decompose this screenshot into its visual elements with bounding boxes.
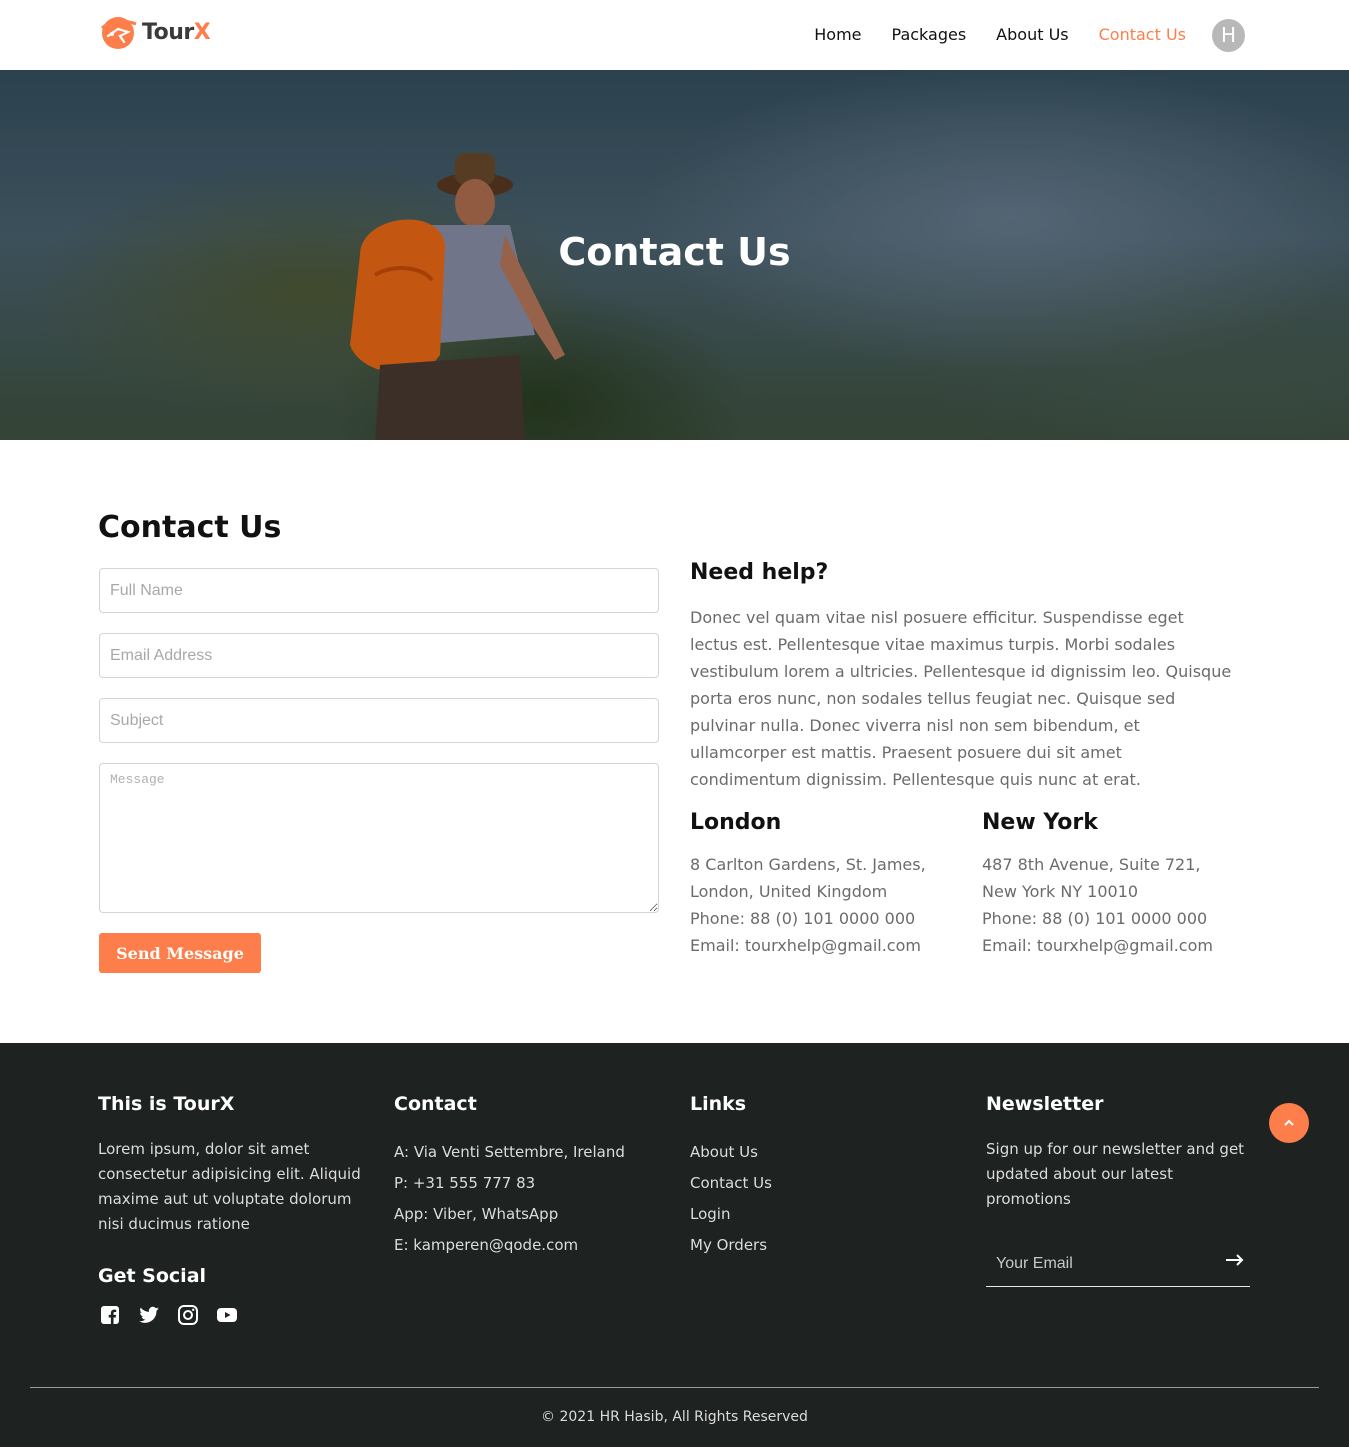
social-links bbox=[98, 1303, 368, 1327]
help-text: Donec vel quam vitae nisl posuere effici… bbox=[690, 608, 1232, 789]
hero-title: Contact Us bbox=[558, 230, 791, 274]
footer-contact-phone: P: +31 555 777 83 bbox=[394, 1174, 536, 1192]
footer-contact-address: A: Via Venti Settembre, Ireland bbox=[394, 1143, 625, 1161]
social-title: Get Social bbox=[98, 1265, 207, 1287]
footer-link-my-orders[interactable]: My Orders bbox=[690, 1230, 960, 1261]
contact-form-title: Contact Us bbox=[98, 510, 282, 545]
chevron-up-icon bbox=[1284, 1119, 1294, 1126]
office-new-york: New York 487 8th Avenue, Suite 721, New … bbox=[982, 810, 1232, 959]
footer-links-list: About Us Contact Us Login My Orders bbox=[690, 1137, 960, 1261]
footer-contact-app: App: Viber, WhatsApp bbox=[394, 1205, 559, 1223]
footer-divider bbox=[30, 1387, 1319, 1388]
footer-links-title: Links bbox=[690, 1093, 747, 1115]
copyright-text: © 2021 HR Hasib, All Rights Reserved bbox=[541, 1409, 808, 1425]
newsletter-title: Newsletter bbox=[986, 1093, 1104, 1115]
email-input[interactable] bbox=[99, 633, 659, 678]
office-city: London bbox=[690, 810, 782, 835]
footer-links: Links About Us Contact Us Login My Order… bbox=[690, 1093, 960, 1261]
nav-contact-us[interactable]: Contact Us bbox=[1099, 18, 1186, 52]
office-london: London 8 Carlton Gardens, St. James, Lon… bbox=[690, 810, 940, 959]
full-name-input[interactable] bbox=[99, 568, 659, 613]
footer-about: This is TourX Lorem ipsum, dolor sit ame… bbox=[98, 1093, 368, 1327]
newsletter-form bbox=[986, 1242, 1250, 1287]
footer-link-login[interactable]: Login bbox=[690, 1199, 960, 1230]
site-header: TourX Home Packages About Us Contact Us … bbox=[0, 0, 1349, 70]
nav-home[interactable]: Home bbox=[814, 18, 861, 52]
facebook-icon[interactable] bbox=[98, 1303, 122, 1327]
scroll-to-top-button[interactable] bbox=[1269, 1103, 1309, 1143]
help-title: Need help? bbox=[690, 560, 829, 585]
footer-newsletter: Newsletter Sign up for our newsletter an… bbox=[986, 1093, 1256, 1287]
office-address: 487 8th Avenue, Suite 721, New York NY 1… bbox=[982, 855, 1201, 901]
logo[interactable]: TourX bbox=[98, 14, 211, 50]
footer-contact: Contact A: Via Venti Settembre, Ireland … bbox=[394, 1093, 664, 1261]
main-nav: Home Packages About Us Contact Us H bbox=[784, 18, 1245, 52]
footer-contact-list: A: Via Venti Settembre, Ireland P: +31 5… bbox=[394, 1137, 664, 1261]
logo-text: TourX bbox=[142, 19, 211, 45]
footer-about-text: Lorem ipsum, dolor sit amet consectetur … bbox=[98, 1140, 361, 1233]
send-message-button[interactable]: Send Message bbox=[99, 933, 261, 973]
hero-banner: Contact Us bbox=[0, 70, 1349, 440]
message-textarea[interactable] bbox=[99, 763, 659, 913]
office-email: Email: tourxhelp@gmail.com bbox=[690, 936, 921, 955]
footer-link-contact-us[interactable]: Contact Us bbox=[690, 1168, 960, 1199]
site-footer: This is TourX Lorem ipsum, dolor sit ame… bbox=[0, 1043, 1349, 1447]
nav-about-us[interactable]: About Us bbox=[996, 18, 1068, 52]
newsletter-email-input[interactable] bbox=[986, 1242, 1206, 1286]
footer-contact-title: Contact bbox=[394, 1093, 477, 1115]
nav-packages[interactable]: Packages bbox=[892, 18, 967, 52]
footer-about-title: This is TourX bbox=[98, 1093, 235, 1115]
user-avatar[interactable]: H bbox=[1212, 18, 1245, 52]
office-phone: Phone: 88 (0) 101 0000 000 bbox=[982, 909, 1208, 928]
office-address: 8 Carlton Gardens, St. James, London, Un… bbox=[690, 855, 926, 901]
arrow-right-icon[interactable] bbox=[1224, 1252, 1246, 1268]
twitter-icon[interactable] bbox=[137, 1303, 161, 1327]
office-phone: Phone: 88 (0) 101 0000 000 bbox=[690, 909, 916, 928]
office-city: New York bbox=[982, 810, 1098, 835]
footer-contact-email: E: kamperen@qode.com bbox=[394, 1236, 579, 1254]
instagram-icon[interactable] bbox=[176, 1303, 200, 1327]
logo-icon bbox=[100, 17, 137, 49]
youtube-icon[interactable] bbox=[215, 1303, 239, 1327]
footer-link-about-us[interactable]: About Us bbox=[690, 1137, 960, 1168]
office-email: Email: tourxhelp@gmail.com bbox=[982, 936, 1213, 955]
newsletter-text: Sign up for our newsletter and get updat… bbox=[986, 1140, 1245, 1208]
subject-input[interactable] bbox=[99, 698, 659, 743]
